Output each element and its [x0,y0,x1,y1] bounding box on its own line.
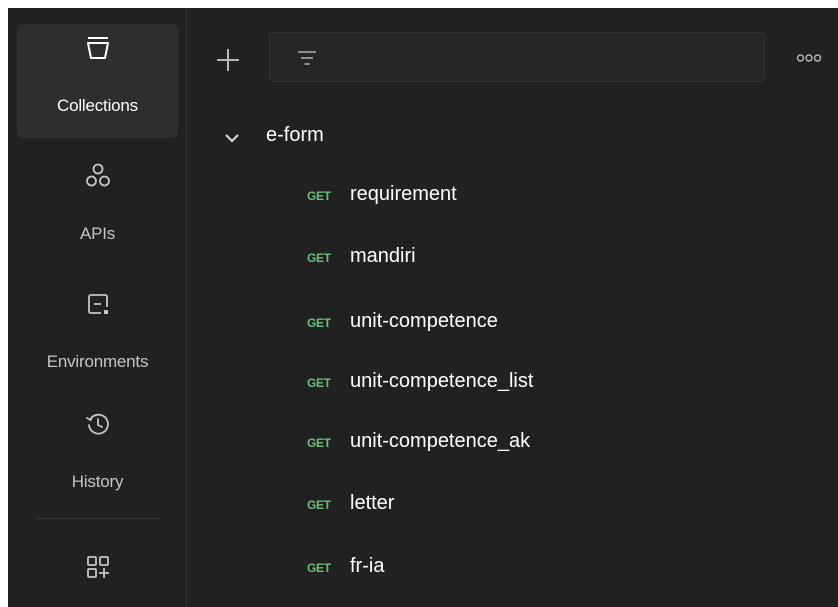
more-options-icon[interactable] [796,51,822,65]
apis-icon [84,162,112,190]
sidebar-item-environments[interactable]: Environments [17,280,178,394]
history-icon [84,410,112,438]
app-window: Collections APIs Environments History e-… [8,8,838,607]
method-badge: GET [307,189,331,203]
sidebar-item-apis[interactable]: APIs [17,152,178,266]
request-name: requirement [350,183,457,205]
plus-icon[interactable] [214,46,242,74]
collections-icon [84,34,112,62]
request-name: mandiri [350,245,416,267]
method-badge: GET [307,251,331,265]
sidebar-item-history[interactable]: History [17,400,178,514]
filter-icon [296,47,318,69]
sidebar-item-label: APIs [79,224,116,243]
sidebar-item-label: Environments [46,352,149,371]
method-badge: GET [307,436,331,450]
sidebar: Collections APIs Environments History [8,8,187,607]
sidebar-item-collections[interactable]: Collections [17,24,178,138]
sidebar-item-label: Collections [57,96,138,115]
request-name: unit-competence [350,310,498,332]
request-name: fr-ia [350,555,385,577]
collections-panel: e-form GET requirement GET mandiri GET u… [187,8,838,607]
method-badge: GET [307,561,331,575]
sidebar-divider [36,518,160,519]
chevron-down-icon[interactable] [223,131,241,145]
sidebar-item-label: History [71,472,124,491]
filter-input[interactable] [269,32,765,82]
request-name: letter [350,492,395,514]
collection-name: e-form [266,124,324,146]
add-workspace-icon[interactable] [84,553,112,581]
method-badge: GET [307,498,331,512]
environments-icon [84,290,112,318]
request-name: unit-competence_list [350,370,534,392]
method-badge: GET [307,316,331,330]
request-name: unit-competence_ak [350,430,531,452]
method-badge: GET [307,376,331,390]
